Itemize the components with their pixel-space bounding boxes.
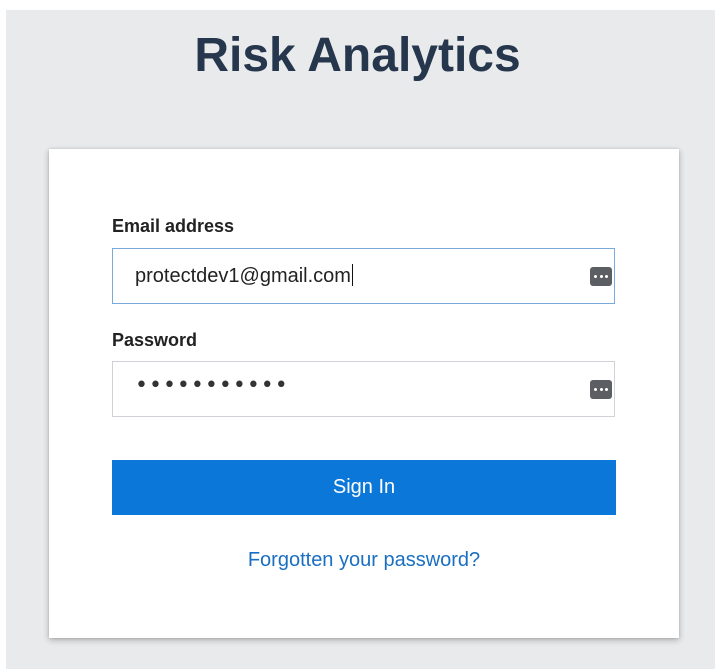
text-caret	[351, 264, 353, 286]
email-field[interactable]: protectdev1@gmail.com	[112, 248, 615, 304]
email-value-text: protectdev1@gmail.com	[135, 265, 351, 287]
password-manager-icon[interactable]	[590, 267, 612, 286]
app-title: Risk Analytics	[194, 29, 521, 82]
forgot-password-link[interactable]: Forgotten your password?	[49, 549, 679, 572]
password-manager-icon[interactable]	[590, 380, 612, 399]
password-field-value[interactable]: •••••••••••	[135, 373, 289, 398]
sign-in-button[interactable]: Sign In	[112, 460, 616, 515]
email-field-value[interactable]: protectdev1@gmail.com	[135, 264, 353, 288]
email-label: Email address	[112, 216, 235, 236]
login-card: Email address protectdev1@gmail.com Pass…	[49, 149, 679, 638]
password-label: Password	[112, 330, 198, 350]
password-field[interactable]: •••••••••••	[112, 361, 615, 417]
